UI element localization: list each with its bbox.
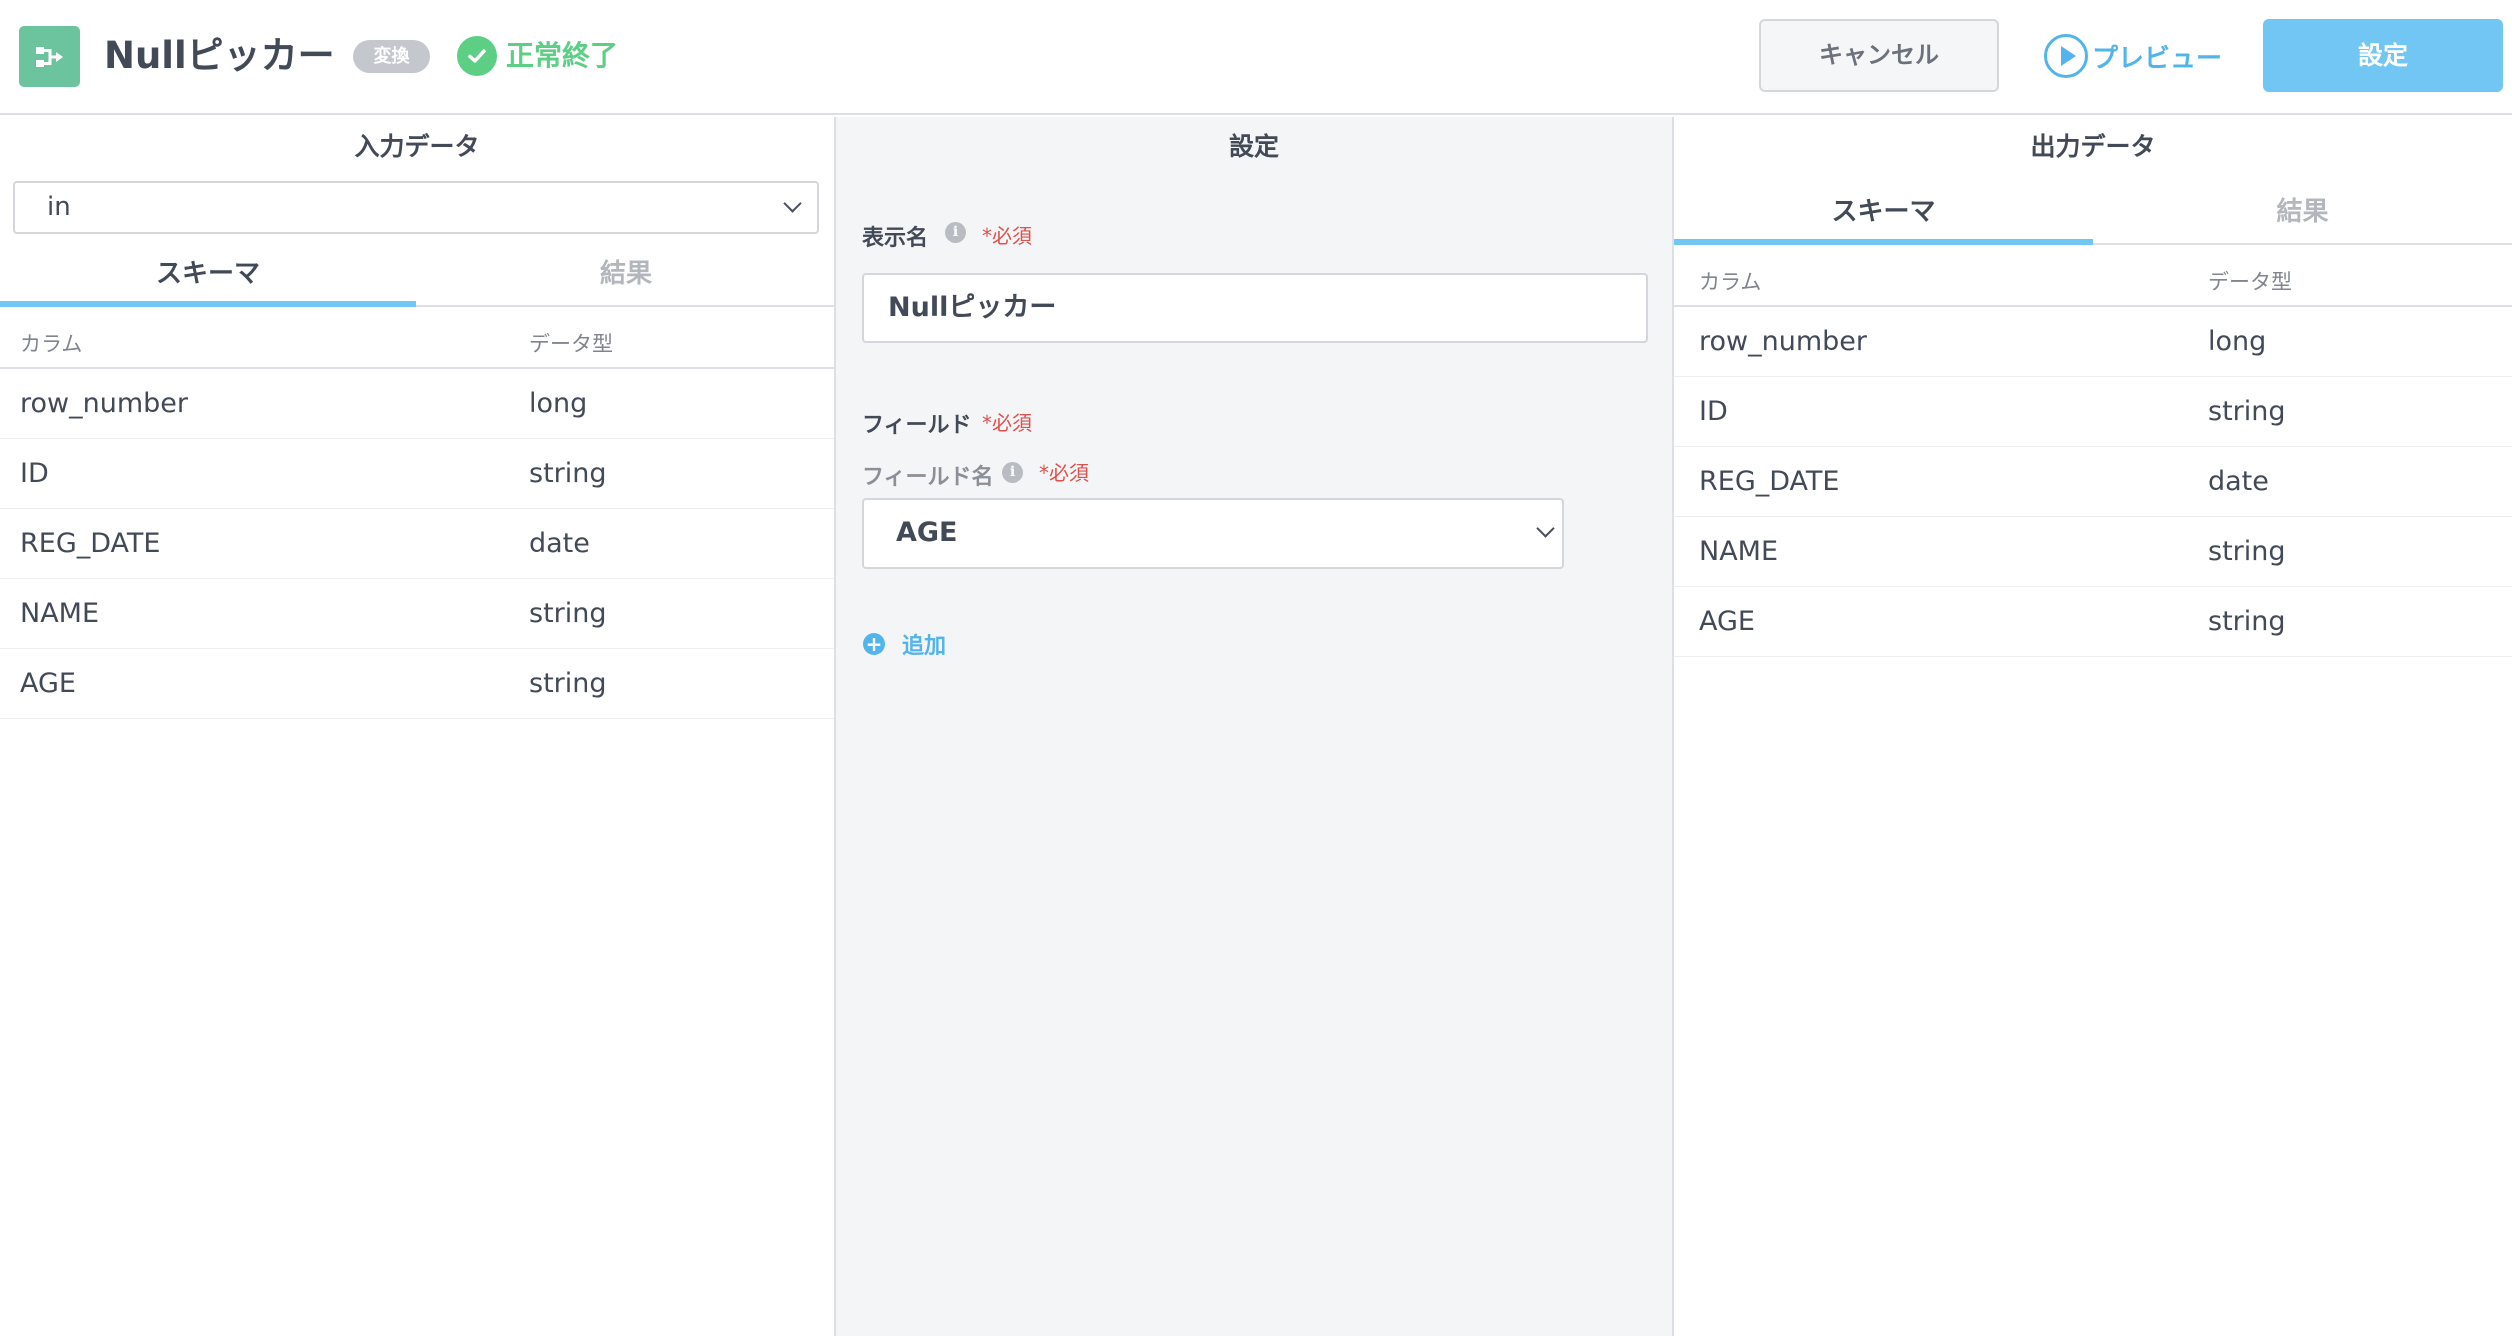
cancel-button[interactable]: キャンセル [1759,19,1999,92]
column-type: string [2208,536,2286,567]
input-tabs: スキーマ 結果 [0,245,834,307]
preview-button[interactable]: プレビュー [2044,33,2222,79]
column-type: date [529,528,590,559]
column-name: REG_DATE [20,528,161,559]
table-row: row_number long [1674,307,2512,377]
output-schema-table: カラム データ型 row_number long ID string REG_D… [1674,247,2512,657]
status-text: 正常終了 [506,39,619,72]
required-marker: *必須 [982,411,1032,435]
input-source-select[interactable]: in [13,181,819,234]
panel-title: 設定 [1228,132,1279,161]
input-data-panel: 入力データ in スキーマ 結果 カラム データ型 row_number lon… [0,117,836,1336]
column-name: row_number [20,388,188,419]
column-type: string [2208,396,2286,427]
column-name: NAME [1699,536,1779,567]
tab-result[interactable]: 結果 [2093,183,2512,245]
info-icon[interactable]: i [945,222,966,243]
table-row: ID string [0,439,834,509]
settings-panel: 設定 表示名 i *必須 Nullピッカー フィールド *必須 フィールド名 i… [836,117,1674,1336]
set-button[interactable]: 設定 [2263,19,2503,92]
column-type: string [529,598,607,629]
field-name-label: フィールド名 [862,465,994,490]
tab-schema[interactable]: スキーマ [1674,183,2093,245]
type-header: データ型 [2208,270,2292,294]
input-source-value: in [47,192,71,222]
table-header: カラム データ型 [1674,247,2512,307]
transform-node-icon [19,26,80,87]
tab-result[interactable]: 結果 [416,245,836,307]
add-field-button[interactable]: + 追加 [863,628,946,660]
display-name-input[interactable]: Nullピッカー [862,273,1648,343]
column-header: カラム [20,332,83,356]
table-row: NAME string [0,579,834,649]
play-circle-icon [2044,34,2088,78]
tab-schema[interactable]: スキーマ [0,245,416,307]
required-marker: *必須 [982,224,1032,248]
column-type: string [529,458,607,489]
table-row: REG_DATE date [1674,447,2512,517]
table-row: row_number long [0,369,834,439]
chevron-down-icon [783,194,802,213]
output-tabs: スキーマ 結果 [1674,183,2512,245]
check-circle-icon [457,36,497,76]
chevron-down-icon [1536,519,1555,538]
field-name-value: AGE [896,517,958,548]
required-marker: *必須 [1039,461,1089,485]
display-name-label: 表示名 [862,226,929,251]
column-name: AGE [20,668,76,699]
column-name: ID [1699,396,1728,427]
node-title: Nullピッカー [104,34,335,77]
column-name: REG_DATE [1699,466,1840,497]
column-header: カラム [1699,270,1762,294]
table-row: ID string [1674,377,2512,447]
column-type: date [2208,466,2269,497]
column-name: row_number [1699,326,1867,357]
table-row: REG_DATE date [0,509,834,579]
info-icon[interactable]: i [1002,462,1023,483]
table-header: カラム データ型 [0,309,834,369]
column-name: AGE [1699,606,1755,637]
column-name: ID [20,458,49,489]
type-header: データ型 [529,332,613,356]
field-label: フィールド [862,413,972,438]
panel-title: 入力データ [354,132,480,161]
add-label: 追加 [902,634,947,659]
column-name: NAME [20,598,100,629]
table-row: NAME string [1674,517,2512,587]
status-indicator: 正常終了 [457,36,618,76]
column-type: string [529,668,607,699]
header: Nullピッカー 変換 正常終了 キャンセル プレビュー 設定 [0,0,2512,115]
node-type-badge: 変換 [353,40,430,73]
display-name-value: Nullピッカー [888,292,1057,323]
preview-label: プレビュー [2092,43,2223,74]
table-row: AGE string [0,649,834,719]
plus-circle-icon: + [863,633,885,655]
column-type: string [2208,606,2286,637]
field-name-select[interactable]: AGE [862,498,1564,569]
column-type: long [529,388,588,419]
column-type: long [2208,326,2267,357]
table-row: AGE string [1674,587,2512,657]
output-data-panel: 出力データ スキーマ 結果 カラム データ型 row_number long I… [1674,117,2512,1336]
input-schema-table: カラム データ型 row_number long ID string REG_D… [0,309,834,719]
panel-title: 出力データ [2030,132,2156,161]
